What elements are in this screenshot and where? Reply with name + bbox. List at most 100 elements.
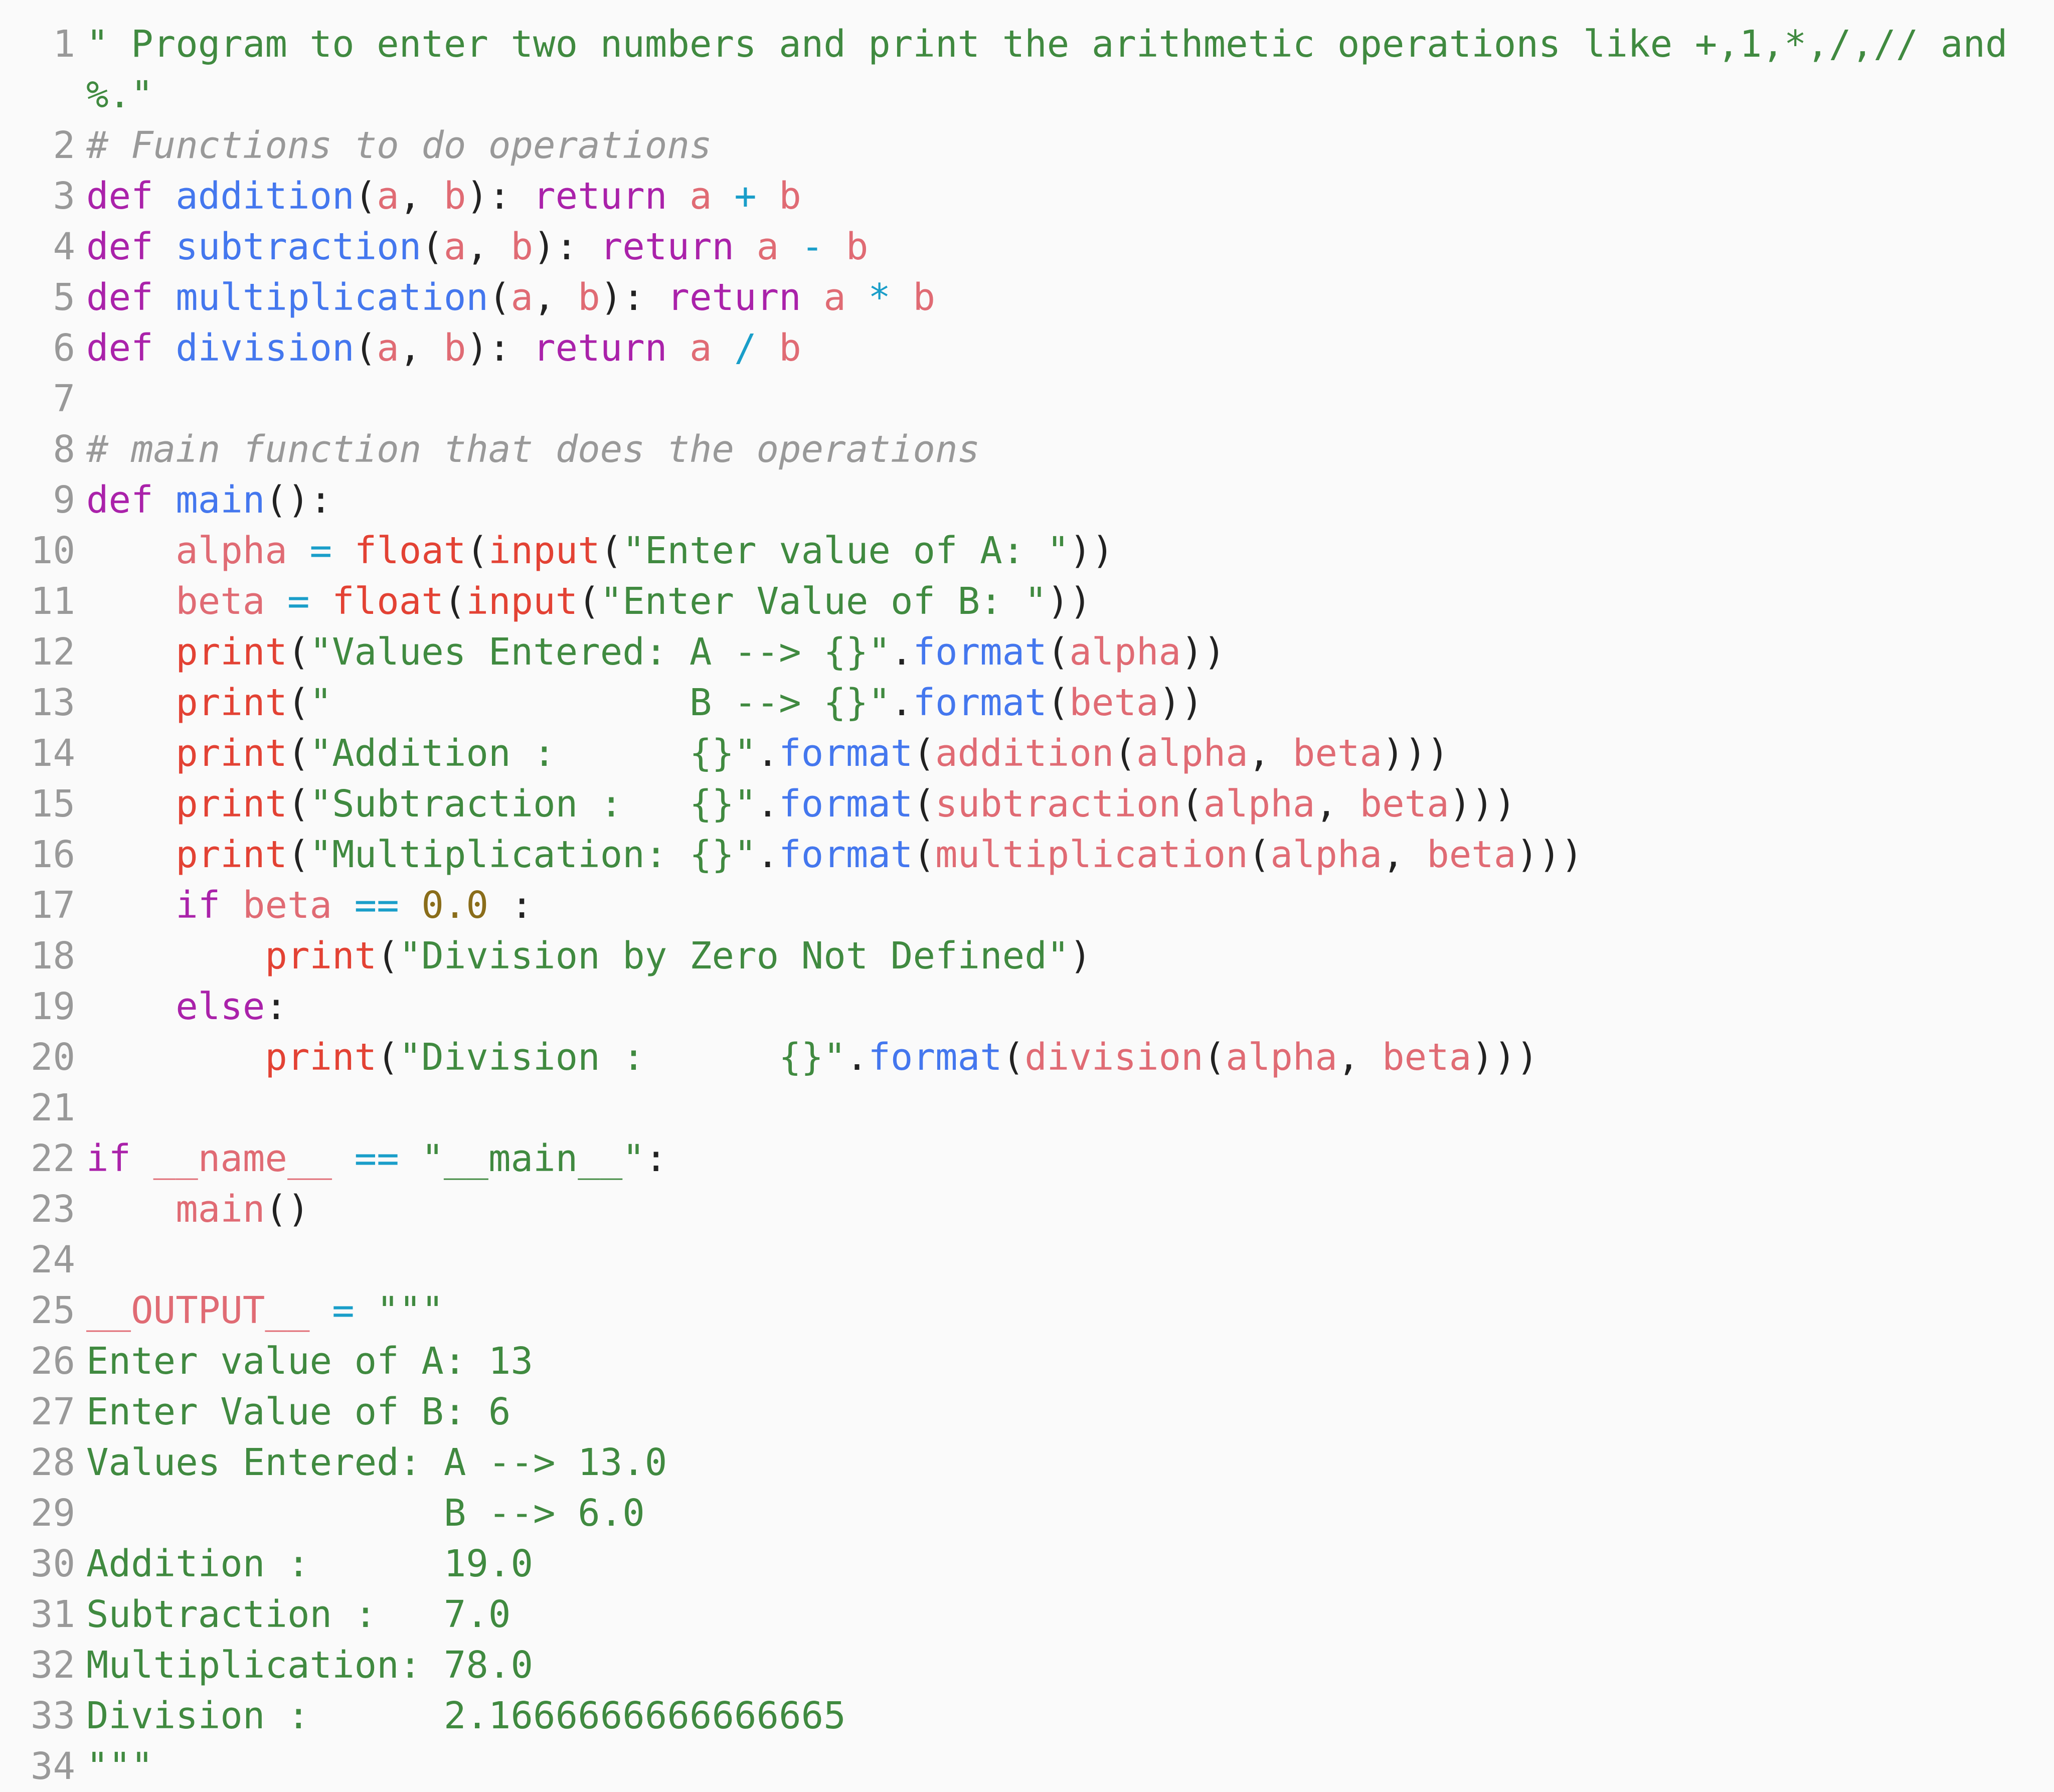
code-line-text[interactable]: ​ <box>75 1083 86 1133</box>
code-line-text[interactable]: print("Division by Zero Not Defined") <box>75 931 1091 982</box>
token: format <box>913 681 1047 724</box>
code-line[interactable]: 23 main() <box>0 1184 2054 1235</box>
code-listing: 1 " Program to enter two numbers and prin… <box>0 0 2054 1792</box>
code-line-text[interactable]: print("Multiplication: {}".format(multip… <box>75 830 1583 880</box>
line-number: 20 <box>30 1036 75 1079</box>
token: b <box>779 327 801 370</box>
code-line[interactable]: 3 def addition(a, b): return a + b <box>0 171 2054 222</box>
line-number: 4 <box>53 225 75 268</box>
token: Enter value of A: 13 <box>86 1340 534 1383</box>
code-line[interactable]: 29 B --> 6.0 <box>0 1488 2054 1539</box>
code-line-text[interactable]: main() <box>75 1184 309 1235</box>
token: if <box>86 1137 131 1180</box>
code-line-text[interactable]: # main function that does the operations <box>75 424 980 475</box>
line-number: 12 <box>30 630 75 674</box>
code-line[interactable]: 1 " Program to enter two numbers and prin… <box>0 19 2054 120</box>
token: float <box>354 529 466 572</box>
token: , <box>1315 782 1360 826</box>
code-line-text[interactable]: Division : 2.1666666666666665 <box>75 1691 846 1741</box>
code-line[interactable]: 6 def division(a, b): return a / b <box>0 323 2054 374</box>
code-line-text[interactable]: def subtraction(a, b): return a - b <box>75 222 868 272</box>
code-line-text[interactable]: def addition(a, b): return a + b <box>75 171 801 222</box>
code-line[interactable]: 18 print("Division by Zero Not Defined") <box>0 931 2054 982</box>
token: b <box>443 327 466 370</box>
code-line[interactable]: 28 Values Entered: A --> 13.0 <box>0 1437 2054 1488</box>
code-line[interactable]: 21​ <box>0 1083 2054 1133</box>
code-line[interactable]: 11 beta = float(input("Enter Value of B:… <box>0 576 2054 627</box>
code-line-text[interactable]: B --> 6.0 <box>75 1488 645 1539</box>
code-line[interactable]: 15 print("Subtraction : {}".format(subtr… <box>0 779 2054 830</box>
code-line-text[interactable]: Enter value of A: 13 <box>75 1336 533 1387</box>
code-line-text[interactable]: print(" B --> {}".format(beta)) <box>75 678 1203 728</box>
token: . <box>890 630 913 674</box>
code-line[interactable]: 17 if beta == 0.0 : <box>0 880 2054 931</box>
code-line[interactable]: 24​ <box>0 1235 2054 1285</box>
line-number: 6 <box>53 327 75 370</box>
code-line-text[interactable]: Enter Value of B: 6 <box>75 1387 510 1437</box>
code-line[interactable]: 22 if __name__ == "__main__": <box>0 1133 2054 1184</box>
code-line-text[interactable]: print("Division : {}".format(division(al… <box>75 1032 1538 1083</box>
token: "Subtraction : {}" <box>309 782 757 826</box>
token: addition <box>935 732 1114 775</box>
code-line-text[interactable]: print("Subtraction : {}".format(subtract… <box>75 779 1516 830</box>
code-line-text[interactable]: ​ <box>75 1235 86 1285</box>
code-line[interactable]: 5 def multiplication(a, b): return a * b <box>0 272 2054 323</box>
code-line-text[interactable]: print("Addition : {}".format(addition(al… <box>75 728 1449 779</box>
code-line[interactable]: 7​ <box>0 374 2054 424</box>
token: ( <box>287 833 310 876</box>
token: "Enter Value of B: " <box>600 580 1047 623</box>
token: Addition : 19.0 <box>86 1542 534 1585</box>
code-line[interactable]: 10 alpha = float(input("Enter value of A… <box>0 526 2054 576</box>
code-line-text[interactable]: " Program to enter two numbers and print… <box>75 19 2042 120</box>
token: alpha <box>1226 1036 1337 1079</box>
code-line[interactable]: 25 __OUTPUT__ = """ <box>0 1285 2054 1336</box>
code-line[interactable]: 9 def main(): <box>0 475 2054 526</box>
code-line-text[interactable]: alpha = float(input("Enter value of A: "… <box>75 526 1114 576</box>
code-line-text[interactable]: """ <box>75 1741 153 1792</box>
token: . <box>756 833 779 876</box>
code-line-text[interactable]: __OUTPUT__ = """ <box>75 1285 444 1336</box>
code-line[interactable]: 16 print("Multiplication: {}".format(mul… <box>0 830 2054 880</box>
code-line-text[interactable]: ​ <box>75 374 86 424</box>
code-line-text[interactable]: def division(a, b): return a / b <box>75 323 801 374</box>
code-line[interactable]: 33 Division : 2.1666666666666665 <box>0 1691 2054 1741</box>
code-line-text[interactable]: print("Values Entered: A --> {}".format(… <box>75 627 1226 678</box>
code-line-text[interactable]: Subtraction : 7.0 <box>75 1589 510 1640</box>
line-number: 19 <box>30 985 75 1028</box>
code-line-text[interactable]: beta = float(input("Enter Value of B: ")… <box>75 576 1092 627</box>
code-line[interactable]: 12 print("Values Entered: A --> {}".form… <box>0 627 2054 678</box>
code-line[interactable]: 20 print("Division : {}".format(division… <box>0 1032 2054 1083</box>
code-line[interactable]: 34 """ <box>0 1741 2054 1792</box>
token: + <box>734 175 757 218</box>
code-line[interactable]: 13 print(" B --> {}".format(beta)) <box>0 678 2054 728</box>
line-number: 3 <box>53 175 75 218</box>
code-line-text[interactable]: # Functions to do operations <box>75 120 712 171</box>
code-line[interactable]: 26 Enter value of A: 13 <box>0 1336 2054 1387</box>
code-line-text[interactable]: def main(): <box>75 475 332 526</box>
code-line[interactable]: 32 Multiplication: 78.0 <box>0 1640 2054 1691</box>
code-line[interactable]: 2 # Functions to do operations <box>0 120 2054 171</box>
code-line[interactable]: 8 # main function that does the operation… <box>0 424 2054 475</box>
code-line-text[interactable]: else: <box>75 982 287 1032</box>
code-line[interactable]: 14 print("Addition : {}".format(addition… <box>0 728 2054 779</box>
code-line-text[interactable]: Addition : 19.0 <box>75 1539 533 1589</box>
code-line[interactable]: 31 Subtraction : 7.0 <box>0 1589 2054 1640</box>
token: a <box>823 276 846 319</box>
code-line-text[interactable]: Multiplication: 78.0 <box>75 1640 533 1691</box>
code-line-text[interactable]: Values Entered: A --> 13.0 <box>75 1437 667 1488</box>
code-line[interactable]: 27 Enter Value of B: 6 <box>0 1387 2054 1437</box>
code-line[interactable]: 4 def subtraction(a, b): return a - b <box>0 222 2054 272</box>
token: Multiplication: 78.0 <box>86 1644 534 1687</box>
code-line-text[interactable]: if __name__ == "__main__": <box>75 1133 667 1184</box>
token: return <box>533 175 667 218</box>
token: beta <box>1382 1036 1472 1079</box>
code-line[interactable]: 19 else: <box>0 982 2054 1032</box>
code-line-text[interactable]: if beta == 0.0 : <box>75 880 533 931</box>
code-line[interactable]: 30 Addition : 19.0 <box>0 1539 2054 1589</box>
code-line-text[interactable]: def multiplication(a, b): return a * b <box>75 272 935 323</box>
